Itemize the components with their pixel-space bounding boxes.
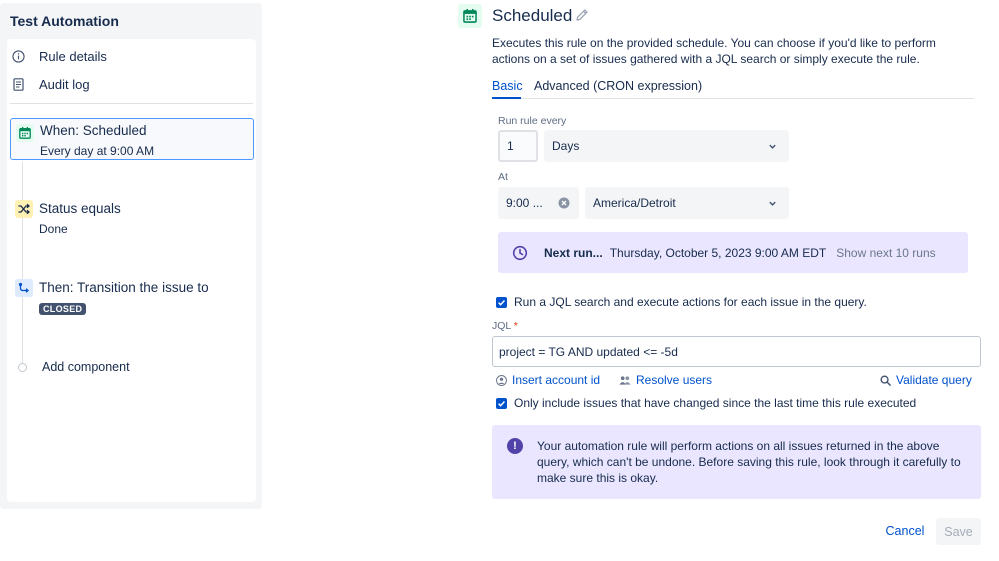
calendar-icon [16, 124, 34, 142]
pencil-icon[interactable] [575, 8, 589, 22]
transition-icon [15, 279, 33, 297]
document-icon [11, 77, 25, 91]
resolve-users-label: Resolve users [636, 373, 713, 387]
trigger-subtitle: Every day at 9:00 AM [40, 144, 155, 158]
save-button[interactable]: Save [936, 518, 981, 545]
jql-label: JQL * [492, 320, 518, 332]
component-trigger-scheduled[interactable]: When: Scheduled Every day at 9:00 AM [10, 118, 254, 160]
rule-name-title: Test Automation [10, 13, 119, 29]
trigger-title: When: Scheduled [40, 123, 147, 138]
clear-icon[interactable] [558, 197, 570, 209]
search-icon [880, 375, 891, 386]
next-run-label: Next run... [544, 245, 603, 260]
check-icon [498, 400, 505, 407]
interval-input[interactable]: 1 [498, 130, 538, 162]
time-value: 9:00 ... [506, 196, 543, 210]
tabs-baseline [492, 98, 974, 99]
timezone-value: America/Detroit [593, 196, 676, 210]
warning-panel: ! Your automation rule will perform acti… [492, 425, 981, 499]
active-tab-indicator [492, 97, 521, 99]
component-connector-line [22, 162, 23, 367]
tab-basic[interactable]: Basic [492, 79, 523, 93]
only-changed-checkbox-label: Only include issues that have changed si… [514, 396, 917, 410]
rule-components-card [7, 39, 256, 502]
next-run-date: Thursday, October 5, 2023 9:00 AM EDT [609, 245, 827, 260]
users-icon [619, 375, 631, 385]
jql-input[interactable]: project = TG AND updated <= -5d [492, 336, 981, 367]
cancel-button[interactable]: Cancel [882, 520, 928, 542]
time-select[interactable]: 9:00 ... [498, 187, 579, 219]
jql-search-checkbox[interactable] [496, 296, 507, 308]
insert-account-id-label: Insert account id [512, 373, 601, 387]
only-changed-checkbox-row[interactable]: Only include issues that have changed si… [496, 396, 916, 410]
component-condition-status[interactable]: Status equals Done [10, 199, 252, 239]
sidebar-divider [10, 103, 253, 104]
chevron-down-icon [769, 201, 776, 206]
nav-audit-log[interactable]: Audit log [11, 73, 90, 95]
page-title: Scheduled [492, 6, 573, 25]
nav-audit-log-label: Audit log [39, 76, 90, 92]
check-icon [498, 299, 505, 306]
insert-account-id-link[interactable]: Insert account id [496, 373, 600, 387]
next-run-panel: Next run... Thursday, October 5, 2023 9:… [498, 232, 968, 273]
shuffle-icon [15, 200, 33, 218]
condition-subtitle: Done [39, 222, 68, 236]
chevron-down-icon [769, 144, 776, 149]
jql-search-checkbox-row[interactable]: Run a JQL search and execute actions for… [496, 295, 867, 309]
add-component-label: Add component [42, 360, 130, 374]
status-badge: CLOSED [39, 303, 87, 315]
calendar-icon [458, 4, 482, 28]
user-circle-icon [496, 374, 507, 386]
interval-unit-select[interactable]: Days [544, 130, 789, 162]
nav-rule-details-label: Rule details [39, 48, 107, 64]
required-asterisk: * [513, 320, 518, 332]
tab-advanced-cron[interactable]: Advanced (CRON expression) [534, 79, 702, 93]
validate-query-label: Validate query [896, 373, 972, 387]
add-dot-icon [18, 362, 27, 372]
component-action-transition[interactable]: Then: Transition the issue to CLOSED [10, 278, 252, 318]
jql-search-checkbox-label: Run a JQL search and execute actions for… [514, 295, 867, 309]
add-component-button[interactable]: Add component [12, 360, 130, 374]
run-every-label: Run rule every [498, 115, 567, 127]
show-next-runs-link[interactable]: Show next 10 runs [836, 246, 935, 260]
timezone-select[interactable]: America/Detroit [585, 187, 789, 219]
nav-rule-details[interactable]: Rule details [11, 45, 107, 67]
warning-text: Your automation rule will perform action… [537, 439, 961, 485]
clock-icon [512, 245, 528, 260]
only-changed-checkbox[interactable] [496, 397, 507, 409]
interval-unit-value: Days [552, 139, 580, 153]
info-icon [11, 49, 25, 63]
validate-query-link[interactable]: Validate query [880, 373, 972, 387]
jql-label-text: JQL [492, 320, 511, 332]
resolve-users-link[interactable]: Resolve users [619, 373, 712, 387]
at-label: At [498, 171, 508, 183]
trigger-description: Executes this rule on the provided sched… [492, 36, 936, 66]
exclamation-icon: ! [507, 438, 523, 454]
action-title: Then: Transition the issue to [39, 280, 209, 295]
condition-title: Status equals [39, 201, 121, 216]
